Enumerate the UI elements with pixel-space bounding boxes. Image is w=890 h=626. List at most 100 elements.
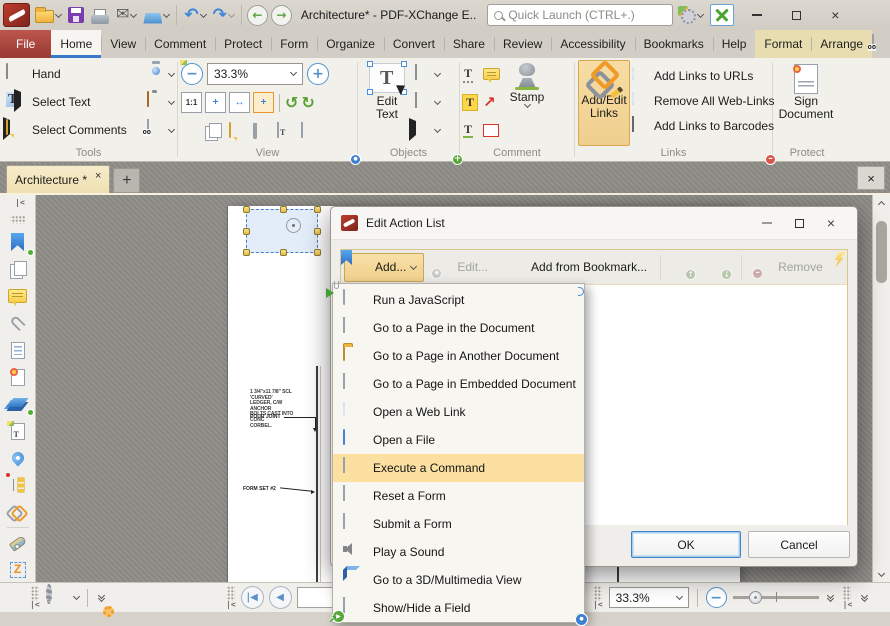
destinations-panel-button[interactable] — [5, 446, 31, 470]
status-grip[interactable]: |< — [593, 586, 603, 609]
content-panel-button[interactable] — [5, 419, 31, 443]
zoom-slider-thumb[interactable] — [749, 591, 762, 604]
print-button[interactable] — [89, 2, 111, 28]
snapshot-button[interactable] — [147, 60, 174, 88]
pane-options-button[interactable] — [301, 123, 319, 141]
order-panel-button[interactable] — [5, 558, 31, 582]
selection-handle[interactable] — [243, 228, 250, 235]
tab-help[interactable]: Help — [713, 30, 756, 58]
selection-handle[interactable] — [243, 249, 250, 256]
signatures-panel-button[interactable] — [5, 365, 31, 389]
dialog-minimize-button[interactable] — [751, 211, 783, 235]
close-document-button[interactable]: × — [857, 166, 885, 190]
selection-handle[interactable] — [314, 249, 321, 256]
menu-item-run-a-javascript[interactable]: Run a JavaScript — [333, 286, 584, 314]
back-button[interactable]: ← — [247, 5, 268, 26]
content-pane-button[interactable] — [277, 123, 295, 141]
add-links-to-barcodes-button[interactable]: Add Links to Barcodes — [632, 113, 775, 138]
remove-all-web-links-button[interactable]: Remove All Web-Links — [632, 88, 775, 113]
menu-item-open-a-web-link[interactable]: Open a Web Link — [333, 398, 584, 426]
move-action-down-button[interactable] — [702, 253, 736, 282]
select-object-button[interactable] — [415, 116, 440, 144]
close-tab-icon[interactable]: × — [95, 170, 101, 182]
tab-bookmarks[interactable]: Bookmarks — [635, 30, 713, 58]
first-page-button[interactable]: |◀ — [241, 586, 264, 609]
scan-button[interactable] — [141, 2, 171, 28]
redo-button[interactable] — [211, 2, 236, 28]
add-text-button[interactable] — [415, 88, 440, 116]
scroll-up-icon[interactable] — [878, 201, 885, 208]
attachments-pane-button[interactable] — [253, 123, 271, 141]
dialog-maximize-button[interactable] — [783, 211, 815, 235]
status-zoom-combo[interactable]: 33.3% — [609, 587, 689, 608]
move-action-up-button[interactable] — [666, 253, 700, 282]
menu-item-go-to-page-in-another-document[interactable]: Go to a Page in Another Document — [333, 342, 584, 370]
status-grip[interactable]: |< — [30, 586, 40, 609]
find-button[interactable] — [147, 116, 174, 144]
zoom-level-combo[interactable]: 33.3% — [207, 63, 303, 85]
layers-panel-button[interactable] — [5, 392, 31, 416]
add-links-to-urls-button[interactable]: Add Links to URLs — [632, 63, 775, 88]
comments-panel-button[interactable] — [5, 284, 31, 308]
tab-accessibility[interactable]: Accessibility — [551, 30, 634, 58]
bookmarks-panel-button[interactable] — [5, 230, 31, 254]
menu-item-go-to-page-in-embedded-document[interactable]: Go to a Page in Embedded Document — [333, 370, 584, 398]
scroll-down-icon[interactable] — [878, 570, 885, 577]
status-grip[interactable]: |< — [843, 586, 853, 609]
comments-pane-button[interactable] — [229, 123, 247, 141]
dialog-close-button[interactable]: × — [815, 211, 847, 235]
fields-panel-button[interactable] — [5, 338, 31, 362]
vertical-scrollbar[interactable] — [872, 195, 890, 582]
select-comments-tool-button[interactable]: Select Comments — [3, 116, 145, 144]
selection-handle[interactable] — [280, 249, 287, 256]
undo-button[interactable] — [182, 2, 207, 28]
tab-file[interactable]: File — [0, 30, 51, 58]
fit-visible-button[interactable]: + — [253, 92, 274, 113]
arrow-annotation-button[interactable] — [483, 88, 500, 116]
menu-item-open-a-file[interactable]: Open a File — [333, 426, 584, 454]
edit-image-button[interactable] — [415, 60, 440, 88]
menu-item-go-to-page-in-document[interactable]: Go to a Page in the Document — [333, 314, 584, 342]
cancel-button[interactable]: Cancel — [748, 531, 850, 558]
tab-protect[interactable]: Protect — [215, 30, 271, 58]
status-overflow-button[interactable] — [96, 595, 108, 601]
tab-format[interactable]: Format — [755, 30, 811, 58]
zoom-in-button[interactable]: + — [307, 63, 329, 85]
status-overflow-button[interactable] — [825, 595, 837, 601]
add-from-bookmark-button[interactable]: Add from Bookmark... — [498, 253, 655, 282]
tab-organize[interactable]: Organize — [317, 30, 384, 58]
tab-review[interactable]: Review — [494, 30, 551, 58]
rotate-cw-button[interactable]: ↻ — [301, 95, 314, 111]
selection-handle[interactable] — [314, 206, 321, 213]
document-tab[interactable]: Architecture * × — [6, 165, 110, 193]
search-input[interactable] — [508, 8, 666, 22]
stamp-button[interactable]: Stamp — [502, 60, 552, 146]
menu-item-reset-a-form[interactable]: Reset a Form — [333, 482, 584, 510]
fullscreen-button[interactable] — [708, 2, 736, 28]
tab-view[interactable]: View — [101, 30, 145, 58]
hand-tool-button[interactable]: Hand — [3, 60, 145, 88]
rotate-ccw-button[interactable]: ↺ — [285, 95, 298, 111]
add-action-button[interactable]: Add... — [344, 253, 424, 282]
tab-arrange[interactable]: Arrange — [811, 30, 872, 58]
open-button[interactable] — [33, 2, 63, 28]
tab-convert[interactable]: Convert — [384, 30, 444, 58]
fit-page-button[interactable]: + — [205, 92, 226, 113]
previous-page-button[interactable]: ◀ — [269, 586, 292, 609]
forward-button[interactable]: → — [271, 5, 292, 26]
customize-toolbars-button[interactable] — [676, 2, 705, 28]
page-number-box[interactable] — [297, 587, 337, 608]
ok-button[interactable]: OK — [631, 531, 741, 558]
underline-text-button[interactable]: T — [463, 116, 477, 144]
links-panel-button[interactable] — [5, 500, 31, 524]
rectangle-annotation-button[interactable] — [483, 116, 500, 144]
add-edit-links-button[interactable]: Add/Edit Links — [578, 60, 630, 146]
selection-handle[interactable] — [314, 228, 321, 235]
sidebar-grip[interactable] — [10, 216, 25, 224]
thumbnails-panel-button[interactable] — [5, 257, 31, 281]
save-button[interactable] — [66, 2, 86, 28]
structure-panel-button[interactable] — [5, 473, 31, 497]
collapse-sidebar-button[interactable]: |< — [7, 197, 33, 209]
tab-home[interactable]: Home — [51, 30, 101, 58]
new-tab-button[interactable]: + — [113, 168, 140, 193]
